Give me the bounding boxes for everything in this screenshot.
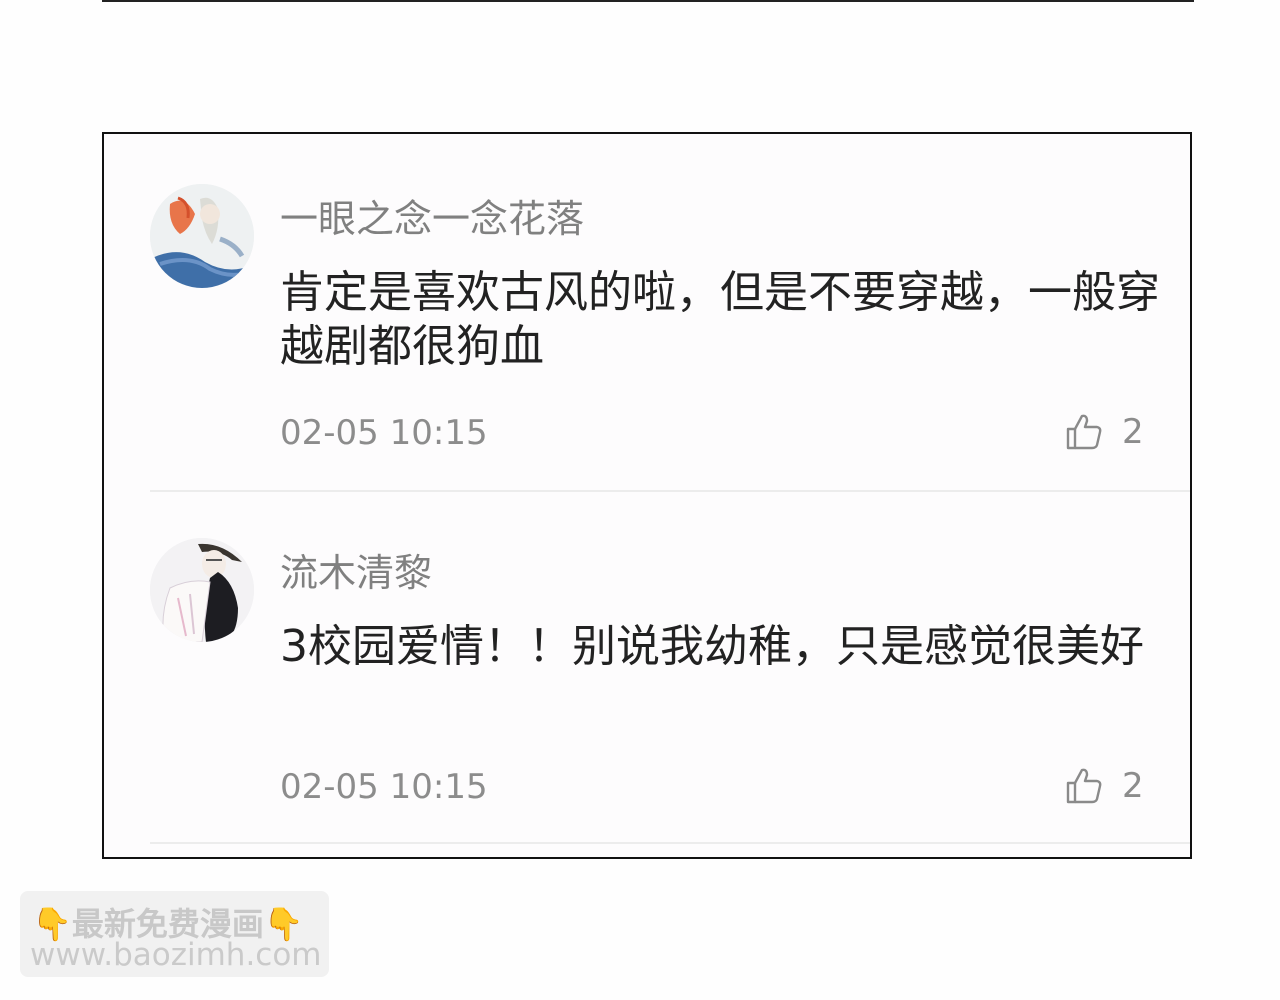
- user-avatar[interactable]: [150, 538, 254, 642]
- like-count: 2: [1122, 412, 1144, 452]
- comment-divider: [150, 490, 1190, 492]
- top-divider-line: [102, 0, 1194, 2]
- user-avatar[interactable]: [150, 184, 254, 288]
- thumbs-up-icon: [1066, 768, 1102, 804]
- like-button[interactable]: 2: [1064, 764, 1144, 808]
- comment-username[interactable]: 一眼之念一念花落: [280, 188, 584, 243]
- comment-text: 3校园爱情！！别说我幼稚，只是感觉很美好: [280, 621, 1144, 672]
- comment-divider: [150, 842, 1190, 844]
- watermark-url: www.baozimh.com: [30, 937, 322, 973]
- comment-timestamp: 02-05 10:15: [280, 767, 488, 807]
- sketch-boy-avatar-image: [150, 538, 254, 642]
- like-count: 2: [1122, 766, 1144, 806]
- comment-text: 肯定是喜欢古风的啦，但是不要穿越，一般穿越剧都很狗血: [280, 267, 1160, 372]
- like-button[interactable]: 2: [1064, 410, 1144, 454]
- comment-timestamp: 02-05 10:15: [280, 413, 488, 453]
- comment-username[interactable]: 流木清黎: [280, 542, 432, 597]
- site-watermark: 👇最新免费漫画👇 www.baozimh.com: [20, 891, 329, 977]
- thumbs-up-icon: [1066, 414, 1102, 450]
- comments-panel: 一眼之念一念花落 肯定是喜欢古风的啦，但是不要穿越，一般穿越剧都很狗血 02-0…: [102, 132, 1192, 859]
- painted-girl-avatar-image: [150, 184, 254, 288]
